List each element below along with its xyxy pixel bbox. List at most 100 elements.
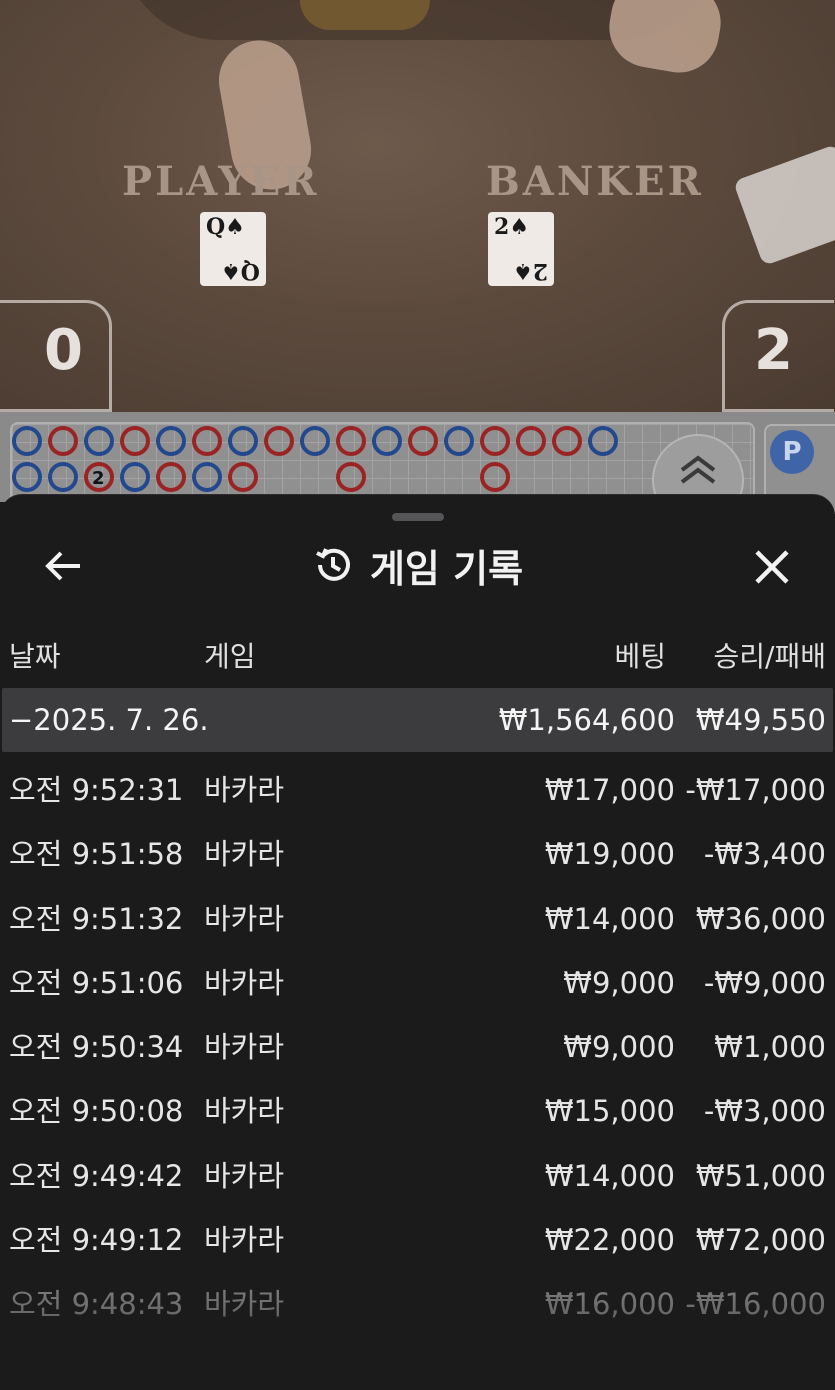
player-card-rank: Q — [206, 214, 226, 240]
row-result: -₩3,400 — [703, 837, 826, 872]
player-bead — [12, 462, 42, 492]
banker-card: 2♠ 2♠ — [488, 212, 554, 286]
player-chip[interactable]: P — [770, 430, 814, 474]
row-time: 오전 9:51:58 — [9, 837, 184, 872]
player-bead — [192, 462, 222, 492]
banker-bead — [156, 462, 186, 492]
row-time: 오전 9:49:42 — [9, 1158, 184, 1193]
player-label: PLAYER — [122, 158, 320, 205]
row-bet: ₩14,000 — [544, 1158, 675, 1193]
row-time: 오전 9:50:34 — [9, 1030, 184, 1065]
history-row[interactable]: 오전 9:50:34 바카라 ₩9,000 ₩1,000 — [0, 1015, 835, 1079]
banker-bead — [48, 426, 78, 456]
player-bead — [156, 426, 186, 456]
player-bead — [444, 426, 474, 456]
row-result: -₩3,000 — [703, 1094, 826, 1129]
page-title: 게임 기록 — [369, 546, 524, 591]
row-game: 바카라 — [204, 1223, 285, 1258]
row-game: 바카라 — [204, 965, 285, 1000]
history-row[interactable]: 오전 9:50:08 바카라 ₩15,000 -₩3,000 — [0, 1079, 835, 1143]
player-bead — [228, 426, 258, 456]
close-icon — [755, 550, 789, 584]
game-history-sheet: 게임 기록 날짜 게임 베팅 승리/패배 −2025. 7. 26. ₩1,56… — [0, 494, 835, 1390]
card-shoe — [732, 143, 835, 267]
banker-bead — [552, 426, 582, 456]
row-game: 바카라 — [204, 773, 285, 807]
player-bead — [372, 426, 402, 456]
row-bet: ₩14,000 — [544, 901, 675, 936]
player-bead — [120, 462, 150, 492]
row-game: 바카라 — [204, 1158, 285, 1193]
summary-bet: ₩1,564,600 — [498, 703, 675, 737]
player-bead — [48, 462, 78, 492]
player-bead — [588, 426, 618, 456]
date-summary-row[interactable]: −2025. 7. 26. ₩1,564,600 ₩49,550 — [2, 688, 833, 752]
player-bead — [12, 426, 42, 456]
banker-bead — [336, 462, 366, 492]
history-icon — [316, 548, 350, 581]
banker-card-rank: 2 — [494, 214, 510, 240]
banker-bead — [336, 426, 366, 456]
row-game: 바카라 — [204, 901, 285, 936]
player-score: 0 — [44, 318, 83, 383]
row-bet: ₩17,000 — [544, 773, 675, 807]
row-bet: ₩15,000 — [544, 1094, 675, 1129]
chevrons-up-icon — [680, 455, 716, 484]
summary-result: ₩49,550 — [695, 703, 826, 737]
row-time: 오전 9:48:43 — [9, 1287, 184, 1322]
banker-bead — [120, 426, 150, 456]
row-bet: ₩22,000 — [544, 1223, 675, 1258]
history-list: 오전 9:52:31 바카라 ₩17,000 -₩17,000 오전 9:51:… — [0, 758, 835, 1337]
row-game: 바카라 — [204, 837, 285, 872]
history-row[interactable]: 오전 9:52:31 바카라 ₩17,000 -₩17,000 — [0, 758, 835, 822]
banker-bead — [480, 426, 510, 456]
column-header-date: 날짜 — [9, 640, 61, 673]
banker-bead — [516, 426, 546, 456]
live-video: PLAYER BANKER Q♠ Q♠ 2♠ 2♠ 0 2 — [0, 0, 835, 412]
row-bet: ₩19,000 — [544, 837, 675, 872]
sheet-grabber[interactable] — [392, 513, 444, 521]
banker-bead — [264, 426, 294, 456]
history-row[interactable]: 오전 9:51:58 바카라 ₩19,000 -₩3,400 — [0, 822, 835, 886]
row-result: -₩17,000 — [685, 773, 826, 807]
row-time: 오전 9:51:06 — [9, 965, 184, 1000]
banker-label: BANKER — [486, 158, 704, 205]
row-game: 바카라 — [204, 1030, 285, 1065]
row-bet: ₩16,000 — [544, 1287, 675, 1322]
row-bet: ₩9,000 — [563, 1030, 675, 1065]
column-header-bet: 베팅 — [614, 640, 666, 673]
banker-bead — [408, 426, 438, 456]
row-time: 오전 9:50:08 — [9, 1094, 184, 1129]
close-button[interactable] — [744, 539, 800, 595]
row-time: 오전 9:51:32 — [9, 901, 184, 936]
history-row[interactable]: 오전 9:49:42 바카라 ₩14,000 ₩51,000 — [0, 1144, 835, 1208]
banker-score: 2 — [754, 318, 793, 383]
dealer — [300, 0, 430, 30]
banker-bead — [228, 462, 258, 492]
history-row[interactable]: 오전 9:49:12 바카라 ₩22,000 ₩72,000 — [0, 1208, 835, 1272]
row-result: ₩1,000 — [714, 1030, 826, 1065]
row-game: 바카라 — [204, 1287, 285, 1322]
history-row[interactable]: 오전 9:51:32 바카라 ₩14,000 ₩36,000 — [0, 887, 835, 951]
player-card: Q♠ Q♠ — [200, 212, 266, 286]
row-result: ₩51,000 — [695, 1158, 826, 1193]
history-row[interactable]: 오전 9:51:06 바카라 ₩9,000 -₩9,000 — [0, 951, 835, 1015]
column-header-result: 승리/패배 — [713, 640, 826, 673]
summary-date: −2025. 7. 26. — [9, 703, 209, 737]
banker-bead — [192, 426, 222, 456]
row-result: ₩36,000 — [695, 901, 826, 936]
column-header-game: 게임 — [204, 640, 256, 673]
row-bet: ₩9,000 — [563, 965, 675, 1000]
row-time: 오전 9:49:12 — [9, 1223, 184, 1258]
row-game: 바카라 — [204, 1094, 285, 1129]
sheet-header: 게임 기록 — [0, 535, 835, 595]
banker-bead — [480, 462, 510, 492]
player-bead — [84, 426, 114, 456]
player-bead — [300, 426, 330, 456]
row-time: 오전 9:52:31 — [9, 773, 184, 807]
row-result: ₩72,000 — [695, 1223, 826, 1258]
row-result: -₩9,000 — [703, 965, 826, 1000]
dealer-hand-right — [603, 0, 727, 79]
history-row[interactable]: 오전 9:48:43 바카라 ₩16,000 -₩16,000 — [0, 1272, 835, 1336]
tie-marker: 2 — [92, 468, 105, 489]
